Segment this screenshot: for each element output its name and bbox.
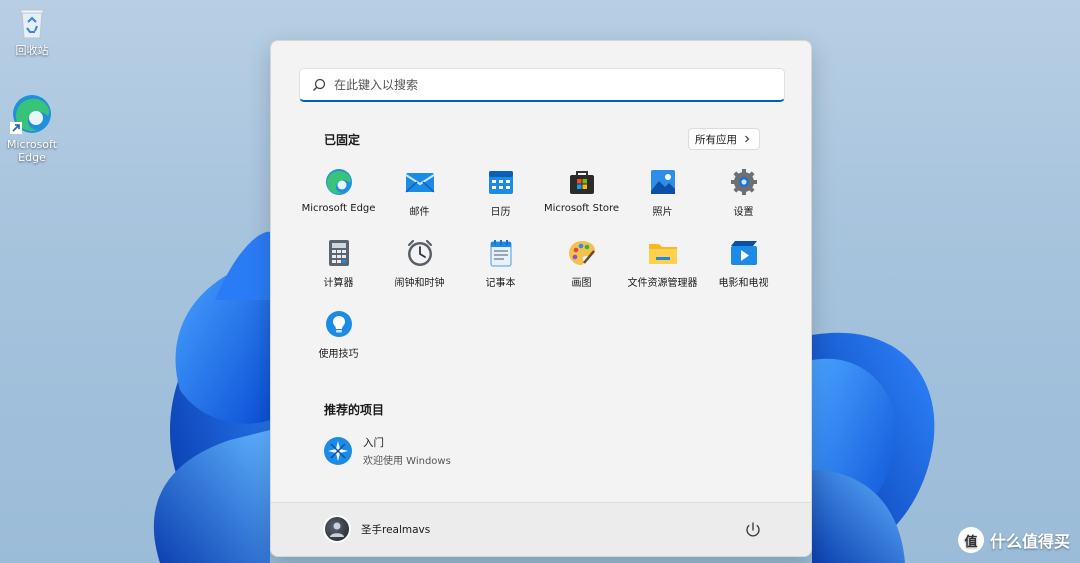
user-name: 圣手realmavs xyxy=(361,523,431,536)
paint-palette-icon xyxy=(567,238,597,268)
notepad-icon xyxy=(486,238,516,268)
pinned-app-tips[interactable]: 使用技巧 xyxy=(298,303,379,374)
pinned-app-store[interactable]: Microsoft Store xyxy=(541,161,622,232)
app-label: 计算器 xyxy=(323,278,354,289)
app-label: 日历 xyxy=(490,207,511,218)
folder-icon xyxy=(648,238,678,268)
pinned-app-edge[interactable]: Microsoft Edge xyxy=(298,161,379,232)
user-avatar-icon xyxy=(330,522,344,537)
app-label: 设置 xyxy=(733,207,754,218)
app-label: 电影和电视 xyxy=(718,278,769,289)
chevron-right-icon xyxy=(745,135,750,143)
start-menu: 已固定 所有应用 Microsoft Edge xyxy=(270,40,812,557)
app-label: 使用技巧 xyxy=(318,349,359,360)
store-icon xyxy=(567,167,597,197)
user-account-button[interactable]: 圣手realmavs xyxy=(323,515,430,543)
pinned-app-calendar[interactable]: 日历 xyxy=(460,161,541,232)
edge-icon xyxy=(324,167,354,197)
recycle-bin-icon xyxy=(20,9,44,39)
app-label: 记事本 xyxy=(485,278,516,289)
watermark: 值 什么值得买 xyxy=(957,527,1070,553)
movies-tv-icon xyxy=(729,238,759,268)
calendar-icon xyxy=(486,167,516,197)
pinned-app-alarms[interactable]: 闹钟和时钟 xyxy=(379,232,460,303)
app-label: 邮件 xyxy=(409,207,430,218)
desktop-icon-label: 回收站 xyxy=(15,44,49,57)
pinned-app-mail[interactable]: 邮件 xyxy=(379,161,460,232)
search-input[interactable] xyxy=(334,77,754,92)
tips-lightbulb-icon xyxy=(324,309,354,339)
pinned-app-settings[interactable]: 设置 xyxy=(703,161,784,232)
pinned-app-calculator[interactable]: 计算器 xyxy=(298,232,379,303)
photos-icon xyxy=(648,167,678,197)
all-apps-button[interactable]: 所有应用 xyxy=(688,128,760,150)
calculator-icon xyxy=(324,238,354,268)
recommended-item-subtitle: 欢迎使用 Windows xyxy=(363,456,451,467)
recommended-item-get-started[interactable]: 入门 欢迎使用 Windows xyxy=(323,435,451,467)
search-icon xyxy=(313,78,326,91)
get-started-icon xyxy=(324,437,352,465)
avatar xyxy=(323,515,351,543)
app-label: 闹钟和时钟 xyxy=(394,278,445,289)
app-label: Microsoft Store xyxy=(543,203,620,214)
mail-icon xyxy=(404,167,435,197)
settings-gear-icon xyxy=(729,167,759,197)
watermark-text: 什么值得买 xyxy=(989,532,1070,551)
app-label: 画图 xyxy=(571,278,592,289)
alarm-clock-icon xyxy=(405,238,435,268)
pinned-section-title: 已固定 xyxy=(324,133,361,147)
pinned-app-photos[interactable]: 照片 xyxy=(622,161,703,232)
app-label: 照片 xyxy=(652,207,673,218)
edge-icon xyxy=(10,95,51,134)
desktop-icon-label: Microsoft Edge xyxy=(6,138,58,164)
pinned-app-notepad[interactable]: 记事本 xyxy=(460,232,541,303)
watermark-logo: 值 xyxy=(957,527,984,553)
desktop-icon-recycle-bin[interactable]: 回收站 xyxy=(0,6,64,57)
pinned-app-file-explorer[interactable]: 文件资源管理器 xyxy=(622,232,703,303)
app-label: Microsoft Edge xyxy=(301,203,376,214)
recommended-item-title: 入门 xyxy=(363,437,384,449)
pinned-app-paint[interactable]: 画图 xyxy=(541,232,622,303)
desktop-icon-edge[interactable]: Microsoft Edge xyxy=(0,92,64,164)
start-menu-footer: 圣手realmavs xyxy=(271,502,811,556)
app-label: 文件资源管理器 xyxy=(627,278,698,289)
recommended-section-title: 推荐的项目 xyxy=(324,403,385,417)
pinned-app-movies-tv[interactable]: 电影和电视 xyxy=(703,232,784,303)
search-box[interactable] xyxy=(299,68,785,102)
all-apps-label: 所有应用 xyxy=(695,133,737,146)
power-icon[interactable] xyxy=(743,520,763,540)
pinned-apps-grid: Microsoft Edge 邮件 日历 Microsoft Store 照片 … xyxy=(298,161,784,374)
